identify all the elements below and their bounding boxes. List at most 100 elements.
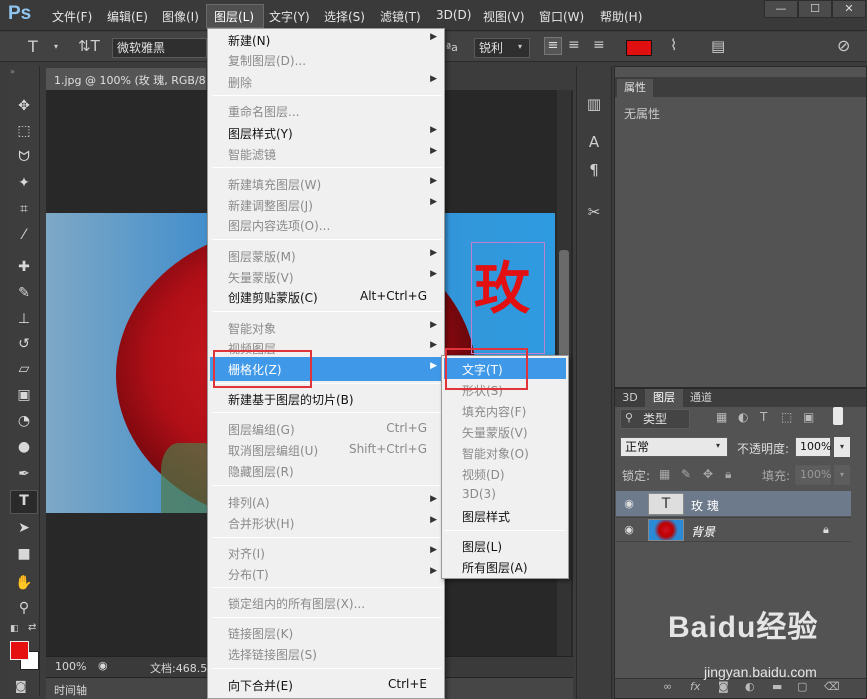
tool-presets-icon[interactable]: ✂ bbox=[582, 200, 606, 224]
menu-3d[interactable]: 3D(D) bbox=[436, 8, 471, 22]
collapse-icon[interactable]: » bbox=[10, 67, 15, 76]
filter-toggle[interactable] bbox=[833, 407, 843, 425]
type-tool-preset-icon[interactable]: T bbox=[28, 37, 38, 56]
align-center-icon[interactable]: ≡ bbox=[568, 37, 580, 53]
menu-help[interactable]: 帮助(H) bbox=[600, 8, 642, 25]
eraser-tool-icon[interactable]: ▱ bbox=[11, 358, 37, 380]
gradient-tool-icon[interactable]: ▣ bbox=[11, 384, 37, 406]
clone-stamp-tool-icon[interactable]: ⊥ bbox=[11, 308, 37, 330]
dodge-tool-icon[interactable]: ● bbox=[11, 436, 37, 458]
cancel-icon[interactable]: ⊘ bbox=[837, 36, 850, 55]
scrollbar-thumb[interactable] bbox=[559, 250, 569, 360]
submenu-item-3d[interactable]: 3D(3) bbox=[462, 487, 496, 501]
history-panel-icon[interactable]: ▥ bbox=[582, 92, 606, 116]
tab-properties[interactable]: 属性 bbox=[617, 79, 653, 97]
marquee-tool-icon[interactable]: ⬚ bbox=[11, 120, 37, 142]
pen-tool-icon[interactable]: ✒ bbox=[11, 463, 37, 485]
blend-mode-select[interactable]: 正常 bbox=[620, 437, 728, 457]
menu-select[interactable]: 选择(S) bbox=[324, 8, 365, 25]
chevron-down-icon[interactable]: ▾ bbox=[834, 437, 850, 457]
paragraph-panel-icon[interactable]: ¶ bbox=[582, 158, 606, 182]
chevron-down-icon: ▾ bbox=[716, 441, 721, 450]
menu-edit[interactable]: 编辑(E) bbox=[107, 8, 148, 25]
filter-type-icon[interactable]: T bbox=[760, 410, 767, 424]
document-tab[interactable]: 1.jpg @ 100% (玫 瑰, RGB/8 bbox=[46, 68, 206, 90]
align-right-icon[interactable]: ≡ bbox=[593, 37, 605, 53]
layer-style-icon[interactable]: fx bbox=[690, 680, 700, 693]
canvas-text-layer[interactable]: 玫 bbox=[474, 244, 530, 325]
character-panel-icon[interactable]: A bbox=[582, 130, 606, 154]
new-layer-icon[interactable]: ▢ bbox=[797, 680, 807, 693]
lock-transparency-icon[interactable]: ▦ bbox=[659, 467, 670, 481]
tab-3d[interactable]: 3D bbox=[618, 389, 642, 407]
doc-info[interactable]: 文档:468.5 bbox=[150, 660, 207, 676]
font-family-field[interactable]: 微软雅黑 bbox=[112, 38, 207, 58]
swap-colors-icon[interactable]: ⇄ bbox=[28, 622, 36, 633]
default-colors-icon[interactable]: ◧ bbox=[10, 624, 19, 634]
timeline-label[interactable]: 时间轴 bbox=[54, 682, 87, 698]
maximize-button[interactable]: ☐ bbox=[798, 0, 832, 18]
lock-pixels-icon[interactable]: ✎ bbox=[681, 467, 691, 481]
filter-pixel-icon[interactable]: ▦ bbox=[716, 410, 727, 424]
blur-tool-icon[interactable]: ◔ bbox=[11, 410, 37, 432]
hand-tool-icon[interactable]: ✋ bbox=[11, 572, 37, 594]
menu-type[interactable]: 文字(Y) bbox=[269, 8, 310, 25]
submenu-item-vector-mask[interactable]: 矢量蒙版(V) bbox=[462, 424, 528, 441]
rectangle-tool-icon[interactable]: ■ bbox=[11, 543, 37, 565]
layer-name[interactable]: 背景 bbox=[691, 523, 715, 540]
eye-icon[interactable]: ◉ bbox=[622, 497, 636, 510]
type-tool-icon[interactable]: T bbox=[11, 490, 37, 512]
path-selection-tool-icon[interactable]: ➤ bbox=[11, 517, 37, 539]
close-window-button[interactable]: ✕ bbox=[832, 0, 866, 18]
menu-image[interactable]: 图像(I) bbox=[162, 8, 199, 25]
lock-position-icon[interactable]: ✥ bbox=[703, 467, 713, 481]
character-panel-icon[interactable]: ▤ bbox=[711, 37, 725, 55]
zoom-level[interactable]: 100% bbox=[55, 660, 86, 673]
healing-brush-tool-icon[interactable]: ✚ bbox=[11, 256, 37, 278]
brush-tool-icon[interactable]: ✎ bbox=[11, 282, 37, 304]
status-menu-icon[interactable]: ◉ bbox=[98, 659, 108, 672]
quick-mask-icon[interactable]: ◙ bbox=[15, 679, 27, 693]
minimize-button[interactable]: — bbox=[764, 0, 798, 18]
chevron-down-icon[interactable]: ▾ bbox=[834, 465, 850, 485]
text-color-swatch[interactable] bbox=[626, 40, 652, 56]
submenu-item-fill-content[interactable]: 填充内容(F) bbox=[462, 403, 526, 420]
new-group-icon[interactable]: ▬ bbox=[772, 680, 782, 693]
menu-window[interactable]: 窗口(W) bbox=[539, 8, 584, 25]
submenu-item-smart-object[interactable]: 智能对象(O) bbox=[462, 445, 529, 462]
submenu-item-video[interactable]: 视频(D) bbox=[462, 466, 505, 483]
eye-icon[interactable]: ◉ bbox=[622, 523, 636, 536]
opacity-input[interactable]: 100% bbox=[795, 437, 831, 457]
submenu-item-all-layers[interactable]: 所有图层(A) bbox=[462, 559, 528, 576]
tab-channels[interactable]: 通道 bbox=[686, 389, 716, 407]
menu-file[interactable]: 文件(F) bbox=[52, 8, 92, 25]
submenu-item-layer-style[interactable]: 图层样式 bbox=[462, 508, 510, 525]
adjustment-layer-icon[interactable]: ◐ bbox=[745, 680, 755, 693]
menu-view[interactable]: 视图(V) bbox=[483, 8, 525, 25]
fill-input[interactable]: 100% bbox=[795, 465, 831, 485]
trash-icon[interactable]: ⌫ bbox=[824, 680, 840, 693]
filter-shape-icon[interactable]: ⬚ bbox=[781, 410, 792, 424]
text-orientation-icon[interactable]: ⇅T bbox=[78, 37, 100, 55]
opacity-label: 不透明度: bbox=[737, 442, 790, 456]
history-brush-tool-icon[interactable]: ↺ bbox=[11, 333, 37, 355]
zoom-tool-icon[interactable]: ⚲ bbox=[11, 597, 37, 619]
eyedropper-tool-icon[interactable]: ⁄ bbox=[11, 224, 37, 246]
align-left-icon[interactable]: ≡ bbox=[544, 37, 562, 55]
lasso-tool-icon[interactable]: ᗢ bbox=[11, 146, 37, 168]
move-tool-icon[interactable]: ✥ bbox=[11, 95, 37, 117]
tab-layers[interactable]: 图层 bbox=[645, 389, 683, 407]
filter-adjustment-icon[interactable]: ◐ bbox=[738, 410, 748, 424]
filter-smart-object-icon[interactable]: ▣ bbox=[803, 410, 814, 424]
foreground-color-swatch[interactable] bbox=[10, 641, 29, 660]
lock-all-icon[interactable]: 🔒︎ bbox=[725, 467, 731, 482]
magic-wand-tool-icon[interactable]: ✦ bbox=[11, 172, 37, 194]
menu-filter[interactable]: 滤镜(T) bbox=[380, 8, 421, 25]
submenu-item-layer[interactable]: 图层(L) bbox=[462, 538, 502, 555]
layer-name[interactable]: 玫 瑰 bbox=[691, 497, 719, 514]
layer-mask-icon[interactable]: ◙ bbox=[718, 680, 729, 693]
menu-layer[interactable]: 图层(L) bbox=[214, 8, 254, 25]
crop-tool-icon[interactable]: ⌗ bbox=[11, 198, 37, 220]
warp-text-icon[interactable]: ⌇ bbox=[670, 36, 677, 54]
link-layers-icon[interactable]: ∞ bbox=[663, 680, 672, 693]
